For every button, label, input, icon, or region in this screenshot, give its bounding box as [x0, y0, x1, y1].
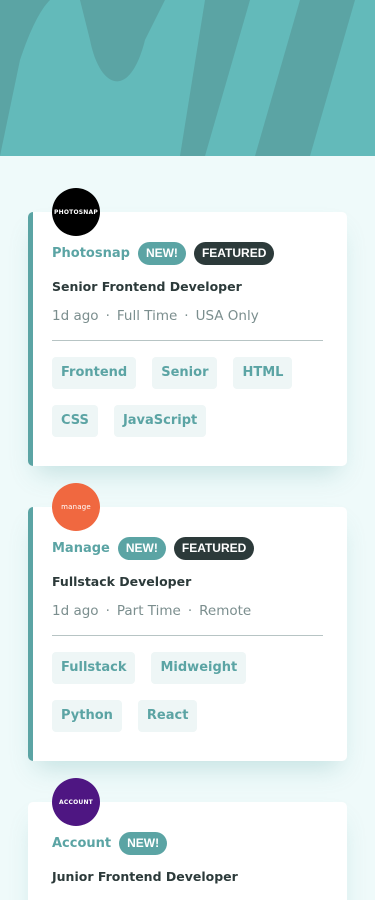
meta-separator: · [105, 308, 110, 324]
contract-type: Part Time [116, 603, 181, 619]
job-title[interactable]: Fullstack Developer [52, 574, 191, 589]
company-name: Manage [52, 541, 110, 556]
meta-separator: · [184, 308, 189, 324]
tag-senior[interactable]: Senior [152, 357, 218, 389]
company-name: Account [52, 836, 112, 851]
tag-frontend[interactable]: Frontend [52, 357, 137, 389]
job-card-photosnap[interactable]: PHOTOSNAP Photosnap NEW! FEATURED Senior… [28, 188, 347, 466]
job-title[interactable]: Senior Frontend Developer [52, 279, 242, 294]
company-row: Account NEW! [52, 832, 168, 855]
featured-badge: FEATURED [193, 242, 275, 265]
tag-list: Frontend Senior HTML CSS JavaScript [52, 357, 327, 437]
tag-react[interactable]: React [137, 700, 198, 732]
job-meta: 1d ago · Full Time · USA Only [52, 308, 259, 324]
posted-at: 1d ago [52, 603, 99, 619]
company-row: Manage NEW! FEATURED [52, 537, 255, 560]
header-banner [0, 0, 375, 156]
tag-fullstack[interactable]: Fullstack [52, 652, 136, 684]
posted-at: 1d ago [52, 308, 99, 324]
company-logo: PHOTOSNAP [52, 188, 100, 236]
tag-midweight[interactable]: Midweight [151, 652, 247, 684]
job-location: USA Only [195, 308, 259, 324]
divider [52, 340, 323, 341]
header-pattern [0, 0, 375, 156]
meta-separator: · [105, 603, 110, 619]
contract-type: Full Time [116, 308, 178, 324]
tag-python[interactable]: Python [52, 700, 122, 732]
new-badge: NEW! [137, 242, 186, 265]
featured-badge: FEATURED [173, 537, 255, 560]
tag-html[interactable]: HTML [233, 357, 293, 389]
company-logo: manage [52, 483, 100, 531]
job-card-account[interactable]: ACCOUNT Account NEW! Junior Frontend Dev… [28, 778, 347, 900]
job-card-manage[interactable]: manage Manage NEW! FEATURED Fullstack De… [28, 483, 347, 761]
tag-css[interactable]: CSS [52, 405, 98, 437]
company-logo: ACCOUNT [52, 778, 100, 826]
company-name: Photosnap [52, 246, 130, 261]
new-badge: NEW! [117, 537, 166, 560]
tag-list: Fullstack Midweight Python React [52, 652, 327, 732]
new-badge: NEW! [119, 832, 168, 855]
company-row: Photosnap NEW! FEATURED [52, 242, 275, 265]
divider [52, 635, 323, 636]
job-title[interactable]: Junior Frontend Developer [52, 869, 238, 884]
meta-separator: · [187, 603, 193, 619]
tag-javascript[interactable]: JavaScript [113, 405, 207, 437]
job-meta: 1d ago · Part Time · Remote [52, 603, 251, 619]
job-location: Remote [199, 603, 252, 619]
